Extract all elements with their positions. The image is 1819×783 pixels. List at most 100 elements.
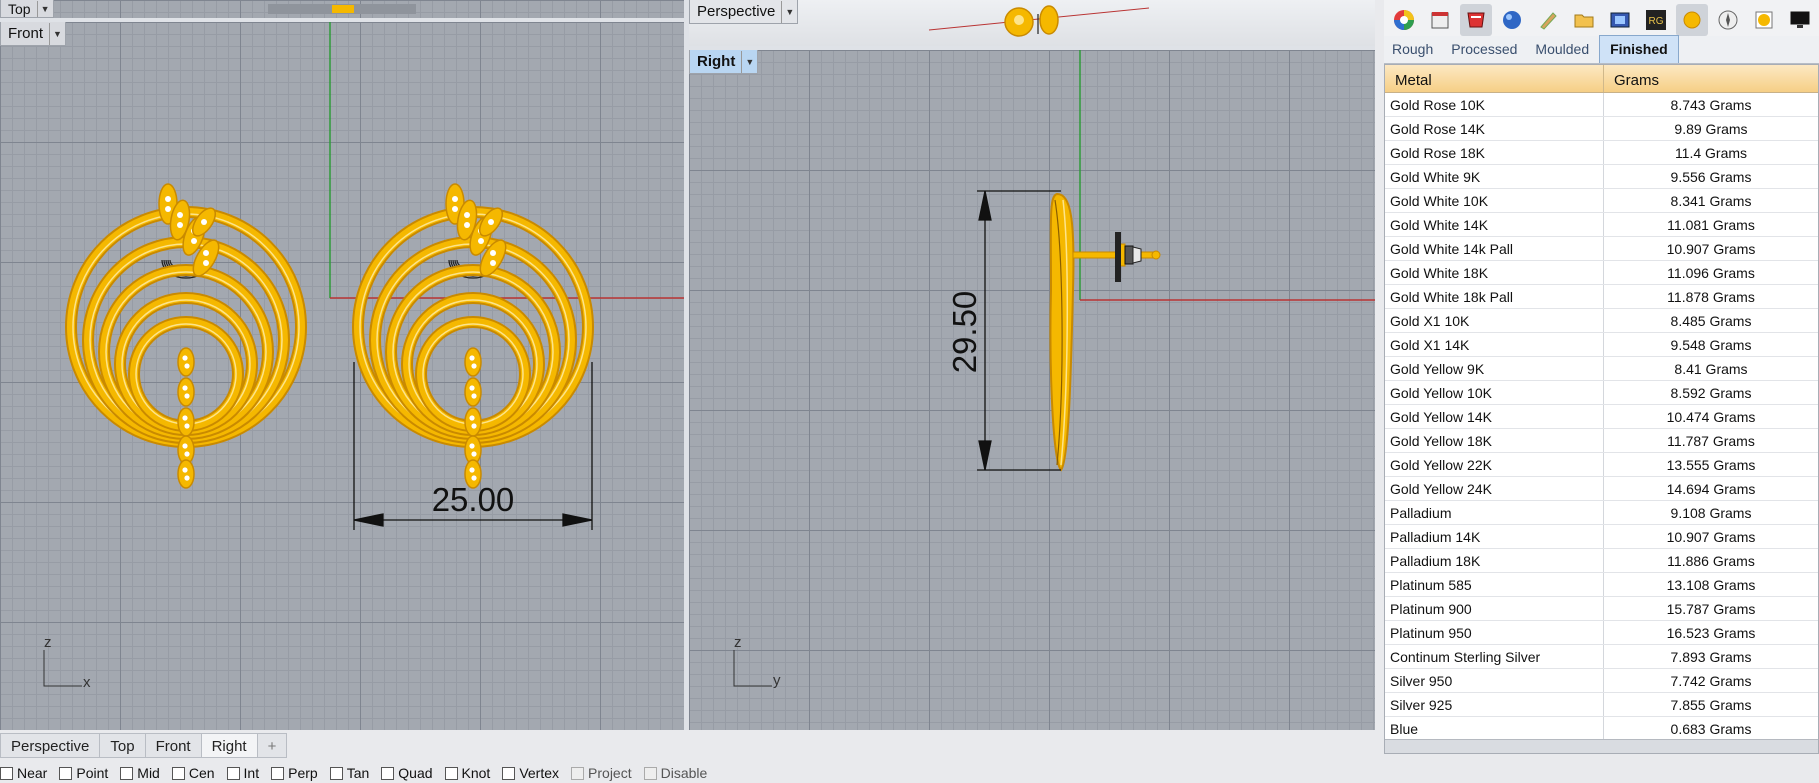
panel-divider xyxy=(1375,0,1384,730)
front-viewport-tab[interactable]: Front ▼ xyxy=(0,22,67,46)
table-row[interactable]: Gold Rose 14K 9.89 Grams xyxy=(1385,117,1818,141)
right-viewport-tab[interactable]: Right ▼ xyxy=(689,50,759,74)
perspective-viewport[interactable]: Perspective ▼ xyxy=(689,0,1375,46)
table-row[interactable]: Gold Yellow 18K 11.787 Grams xyxy=(1385,429,1818,453)
right-viewport[interactable]: 29.50 z y Right ▼ xyxy=(689,50,1375,730)
checkbox-icon[interactable] xyxy=(59,766,73,780)
checkbox-icon[interactable] xyxy=(643,766,657,780)
color-wheel-icon[interactable] xyxy=(1388,4,1420,36)
table-row[interactable]: Gold Rose 18K 11.4 Grams xyxy=(1385,141,1818,165)
osnap-project[interactable]: Project xyxy=(571,763,642,783)
front-axis-indicator xyxy=(43,650,82,687)
checkbox-icon[interactable] xyxy=(381,766,395,780)
grams-cell: 13.555 Grams xyxy=(1666,457,1756,473)
globe-icon[interactable] xyxy=(1496,4,1528,36)
table-row[interactable]: Gold Rose 10K 8.743 Grams xyxy=(1385,93,1818,117)
table-row[interactable]: Gold Yellow 10K 8.592 Grams xyxy=(1385,381,1818,405)
osnap-point[interactable]: Point xyxy=(59,763,118,783)
osnap-label: Quad xyxy=(398,765,433,781)
tab-perspective[interactable]: Perspective xyxy=(0,733,101,758)
top-viewport[interactable]: Top ▼ xyxy=(0,0,684,18)
osnap-cen[interactable]: Cen xyxy=(171,763,225,783)
add-tab-button[interactable]: + xyxy=(257,733,288,758)
checkbox-icon[interactable] xyxy=(171,766,185,780)
table-row[interactable]: Palladium 14K 10.907 Grams xyxy=(1385,525,1818,549)
osnap-quad[interactable]: Quad xyxy=(381,763,442,783)
table-row[interactable]: Silver 950 7.742 Grams xyxy=(1385,669,1818,693)
gold-icon[interactable] xyxy=(1676,3,1708,36)
grams-cell: 8.41 Grams xyxy=(1674,361,1748,377)
tab-right[interactable]: Right xyxy=(201,733,258,758)
grams-cell: 8.485 Grams xyxy=(1670,313,1752,329)
tab-processed[interactable]: Processed xyxy=(1443,41,1527,63)
table-row[interactable]: Silver 925 7.855 Grams xyxy=(1385,693,1818,717)
tab-moulded[interactable]: Moulded xyxy=(1527,41,1599,63)
table-row[interactable]: Gold White 14k Pall 10.907 Grams xyxy=(1385,237,1818,261)
tab-finished[interactable]: Finished xyxy=(1599,35,1679,63)
height-dimension xyxy=(977,190,1061,471)
chevron-down-icon[interactable]: ▼ xyxy=(781,0,797,23)
table-row[interactable]: Gold White 18k Pall 11.878 Grams xyxy=(1385,285,1818,309)
material-icon[interactable] xyxy=(1460,3,1492,36)
tab-top[interactable]: Top xyxy=(100,733,146,758)
osnap-label: Point xyxy=(76,765,109,781)
osnap-bar: Near Point Mid Cen Int Perp Tan Quad Knot Vertex P… xyxy=(0,763,760,783)
checkbox-icon[interactable] xyxy=(444,766,458,780)
osnap-vertex[interactable]: Vertex xyxy=(502,763,569,783)
osnap-tan[interactable]: Tan xyxy=(329,763,380,783)
tab-rough[interactable]: Rough xyxy=(1384,41,1443,63)
table-row[interactable]: Gold White 9K 9.556 Grams xyxy=(1385,165,1818,189)
table-row[interactable]: Gold Yellow 9K 8.41 Grams xyxy=(1385,357,1818,381)
table-row[interactable]: Continum Sterling Silver 7.893 Grams xyxy=(1385,645,1818,669)
osnap-disable[interactable]: Disable xyxy=(643,763,718,783)
table-row[interactable]: Gold X1 14K 9.548 Grams xyxy=(1385,333,1818,357)
brush-icon[interactable] xyxy=(1532,4,1564,36)
table-row[interactable]: Palladium 9.108 Grams xyxy=(1385,501,1818,525)
table-row[interactable]: Gold Yellow 22K 13.555 Grams xyxy=(1385,453,1818,477)
table-row[interactable]: Gold White 14K 11.081 Grams xyxy=(1385,213,1818,237)
checkbox-icon[interactable] xyxy=(271,766,285,780)
gold-layers-icon[interactable] xyxy=(1748,4,1780,36)
osnap-int[interactable]: Int xyxy=(226,763,270,783)
tab-front[interactable]: Front xyxy=(145,733,202,758)
chevron-down-icon[interactable]: ▼ xyxy=(741,50,757,73)
column-header-grams[interactable]: Grams xyxy=(1604,65,1818,92)
checkbox-icon[interactable] xyxy=(0,766,13,780)
table-scrollbar[interactable] xyxy=(1385,739,1818,753)
chevron-down-icon[interactable]: ▼ xyxy=(49,22,65,45)
rg-icon[interactable]: RG xyxy=(1640,4,1672,36)
checkbox-icon[interactable] xyxy=(502,766,516,780)
osnap-mid[interactable]: Mid xyxy=(120,763,170,783)
table-row[interactable]: Platinum 585 13.108 Grams xyxy=(1385,573,1818,597)
table-row[interactable]: Gold White 18K 11.096 Grams xyxy=(1385,261,1818,285)
table-row[interactable]: Palladium 18K 11.886 Grams xyxy=(1385,549,1818,573)
osnap-knot[interactable]: Knot xyxy=(444,763,501,783)
checkbox-icon[interactable] xyxy=(329,766,343,780)
chevron-down-icon[interactable]: ▼ xyxy=(36,0,53,17)
top-viewport-tab[interactable]: Top ▼ xyxy=(0,0,54,18)
monitor-icon[interactable] xyxy=(1784,4,1816,36)
osnap-label: Near xyxy=(17,765,48,781)
metal-name-cell: Platinum 585 xyxy=(1385,573,1604,596)
checkbox-icon[interactable] xyxy=(226,766,240,780)
table-row[interactable]: Gold X1 10K 8.485 Grams xyxy=(1385,309,1818,333)
folder-icon[interactable] xyxy=(1568,4,1600,36)
front-viewport[interactable]: 25.00 z x Front ▼ xyxy=(0,22,684,730)
osnap-perp[interactable]: Perp xyxy=(271,763,328,783)
column-header-metal[interactable]: Metal xyxy=(1385,65,1604,92)
table-row[interactable]: Platinum 900 15.787 Grams xyxy=(1385,597,1818,621)
compass-icon[interactable] xyxy=(1712,4,1744,36)
table-body: Gold Rose 10K 8.743 Grams Gold Rose 14K 9.8… xyxy=(1385,93,1818,741)
table-row[interactable]: Blue 0.683 Grams xyxy=(1385,717,1818,741)
table-row[interactable]: Gold Yellow 14K 10.474 Grams xyxy=(1385,405,1818,429)
table-row[interactable]: Gold Yellow 24K 14.694 Grams xyxy=(1385,477,1818,501)
camera-icon[interactable] xyxy=(1604,4,1636,36)
cabinet-icon[interactable] xyxy=(1424,4,1456,36)
perspective-viewport-tab[interactable]: Perspective ▼ xyxy=(689,0,799,24)
checkbox-icon[interactable] xyxy=(571,766,585,780)
metal-name-cell: Continum Sterling Silver xyxy=(1385,645,1604,668)
table-row[interactable]: Gold White 10K 8.341 Grams xyxy=(1385,189,1818,213)
osnap-near[interactable]: Near xyxy=(0,763,57,783)
checkbox-icon[interactable] xyxy=(120,766,134,780)
table-row[interactable]: Platinum 950 16.523 Grams xyxy=(1385,621,1818,645)
